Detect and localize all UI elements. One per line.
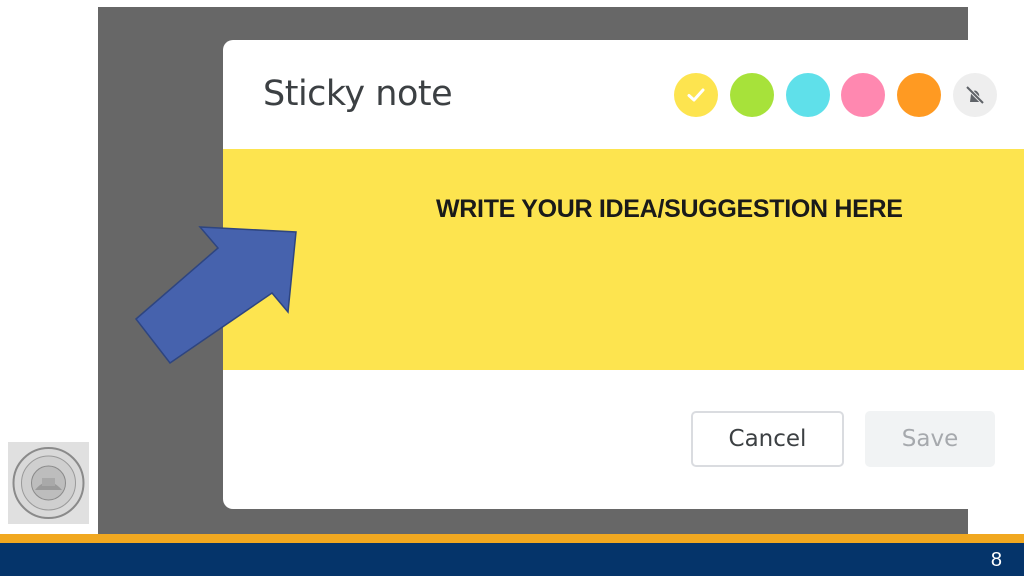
cancel-button[interactable]: Cancel (691, 411, 844, 467)
dialog-title: Sticky note (263, 74, 453, 114)
sticky-note-dialog: Sticky note WRITE YOUR IDEA/SUGGESTION H… (223, 40, 1024, 509)
footer-accent-stripe (0, 534, 1024, 543)
seal-icon (8, 442, 89, 524)
note-text-area[interactable]: WRITE YOUR IDEA/SUGGESTION HERE (223, 149, 1024, 370)
color-swatch-orange[interactable] (897, 73, 941, 117)
color-swatch-yellow[interactable] (674, 73, 718, 117)
footer-bar: 8 (0, 543, 1024, 576)
note-placeholder-text: WRITE YOUR IDEA/SUGGESTION HERE (436, 195, 903, 223)
page-number: 8 (990, 549, 1002, 571)
color-swatch-green[interactable] (730, 73, 774, 117)
color-swatch-pink[interactable] (841, 73, 885, 117)
color-swatch-cyan[interactable] (786, 73, 830, 117)
no-color-icon (965, 85, 985, 105)
check-icon (687, 88, 705, 102)
save-button[interactable]: Save (865, 411, 995, 467)
arrow-up-right-icon (134, 226, 297, 365)
color-swatch-none[interactable] (953, 73, 997, 117)
